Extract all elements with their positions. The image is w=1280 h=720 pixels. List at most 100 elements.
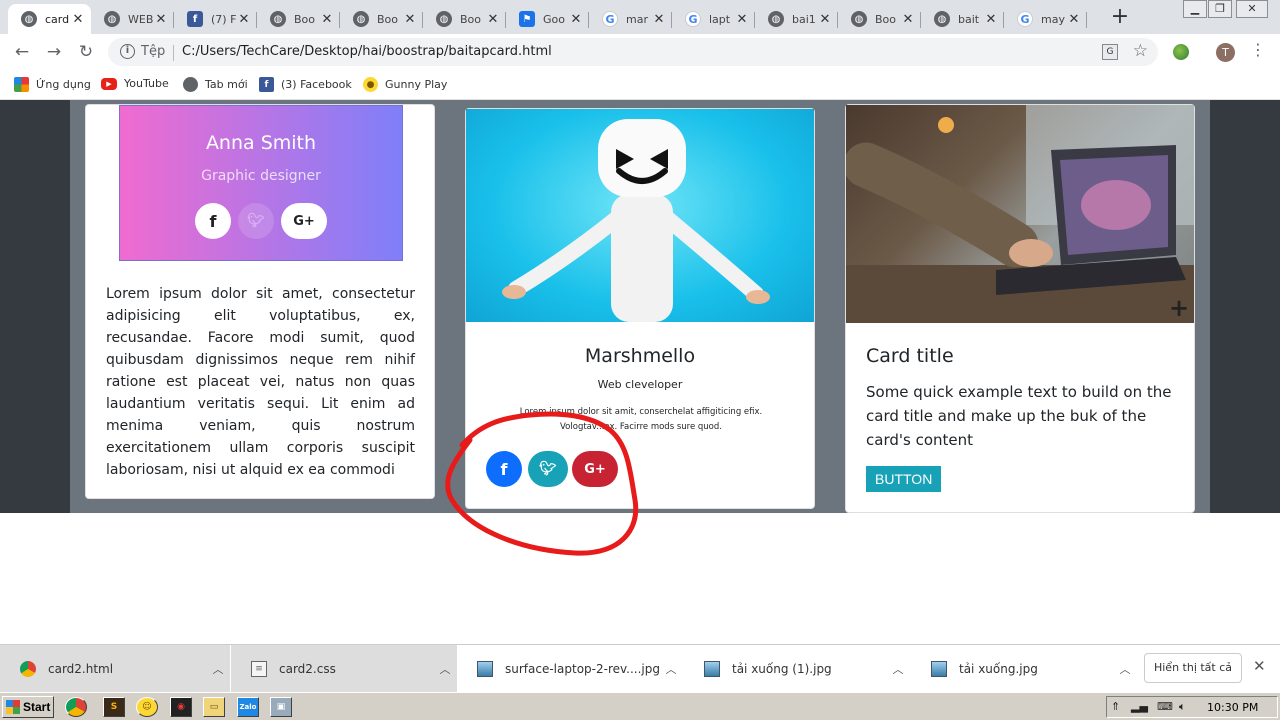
close-icon[interactable]: ✕ bbox=[320, 12, 334, 27]
tab-label: Boo bbox=[294, 12, 316, 26]
globe-icon: ◍ bbox=[934, 11, 950, 27]
show-all-downloads-button[interactable]: Hiển thị tất cả bbox=[1144, 653, 1242, 683]
close-icon[interactable]: ✕ bbox=[901, 12, 915, 27]
facebook-icon[interactable]: f bbox=[486, 451, 522, 487]
divider bbox=[173, 45, 174, 61]
translate-icon[interactable]: G bbox=[1102, 44, 1118, 60]
download-item[interactable]: ≡ card2.css ︿ bbox=[231, 645, 457, 693]
chevron-up-icon[interactable]: ︿ bbox=[433, 661, 457, 677]
tab-bootstrap-2[interactable]: ◍ Boo ✕ bbox=[340, 4, 423, 34]
info-icon[interactable]: i bbox=[120, 44, 135, 59]
close-icon[interactable]: ✕ bbox=[1253, 657, 1266, 675]
bookmark-gunny-play[interactable]: ● Gunny Play bbox=[363, 77, 447, 92]
tab-google-search-may[interactable]: G may ✕ bbox=[1004, 4, 1087, 34]
minimize-button[interactable]: ▁ bbox=[1183, 0, 1207, 18]
extension-icon[interactable] bbox=[1173, 44, 1189, 60]
bookmark-youtube[interactable]: ▶ YouTube bbox=[101, 77, 169, 90]
twitter-icon[interactable]: 🐦︎ bbox=[238, 203, 274, 239]
close-icon[interactable]: ✕ bbox=[154, 12, 168, 27]
tab-google-1[interactable]: ⚑ Goo ✕ bbox=[506, 4, 589, 34]
close-icon[interactable]: ✕ bbox=[403, 12, 417, 27]
tab-bootstrap-4[interactable]: ◍ Boo ✕ bbox=[838, 4, 921, 34]
tab-bootstrap-3[interactable]: ◍ Boo ✕ bbox=[423, 4, 506, 34]
plus-icon[interactable]: + bbox=[1168, 296, 1190, 320]
clock: 10:30 PM bbox=[1207, 701, 1259, 714]
card-title: Card title bbox=[866, 345, 954, 367]
reload-icon[interactable]: ↻ bbox=[74, 40, 98, 64]
close-icon[interactable]: ✕ bbox=[984, 12, 998, 27]
card-subtitle: Web cleveloper bbox=[597, 378, 683, 391]
tab-google-search-laptop[interactable]: G lapt ✕ bbox=[672, 4, 755, 34]
volume-icon[interactable]: 🔈︎ bbox=[1179, 700, 1186, 714]
tab-bait[interactable]: ◍ bait ✕ bbox=[921, 4, 1004, 34]
download-item[interactable]: tải xuống.jpg ︿ bbox=[911, 645, 1137, 693]
card-title: Marshmello bbox=[584, 345, 696, 367]
bookmark-facebook[interactable]: f (3) Facebook bbox=[259, 77, 352, 92]
google-plus-icon[interactable]: G+ bbox=[281, 203, 327, 239]
window-icon[interactable]: ▣ bbox=[270, 697, 292, 717]
facebook-icon[interactable]: f bbox=[195, 203, 231, 239]
chevron-up-icon[interactable]: ︿ bbox=[659, 661, 683, 677]
card-button[interactable]: BUTTON bbox=[866, 466, 942, 492]
google-plus-icon[interactable]: G+ bbox=[572, 451, 618, 487]
tab-google-search-mar[interactable]: G mar ✕ bbox=[589, 4, 672, 34]
close-icon[interactable]: ✕ bbox=[71, 12, 85, 27]
close-icon[interactable]: ✕ bbox=[486, 12, 500, 27]
download-item[interactable]: surface-laptop-2-rev....jpg ︿ bbox=[457, 645, 683, 693]
download-item[interactable]: card2.html ︿ bbox=[0, 645, 230, 693]
new-tab-button[interactable]: + bbox=[1108, 6, 1132, 30]
close-icon[interactable]: ✕ bbox=[1067, 12, 1081, 27]
bookmark-star-icon[interactable]: ☆ bbox=[1133, 41, 1148, 61]
chevron-up-icon[interactable]: ︿ bbox=[206, 661, 230, 677]
url-text[interactable]: C:/Users/TechCare/Desktop/hai/boostrap/b… bbox=[182, 44, 552, 59]
bookmark-apps[interactable]: Ứng dụng bbox=[14, 77, 91, 92]
twitter-icon[interactable]: 🐦︎ bbox=[528, 451, 568, 487]
signal-icon[interactable]: ▂▄ bbox=[1131, 700, 1148, 713]
close-icon[interactable]: ✕ bbox=[569, 12, 583, 27]
close-icon[interactable]: ✕ bbox=[818, 12, 832, 27]
tab-label: bai1 bbox=[792, 12, 816, 26]
close-window-button[interactable]: ✕ bbox=[1236, 0, 1268, 18]
image-file-icon bbox=[931, 661, 947, 677]
bookmark-new-tab[interactable]: Tab mới bbox=[183, 77, 248, 92]
windows-logo-icon bbox=[6, 700, 20, 714]
tab-strip: ◍ card ✕ ◍ WEB ✕ f (7) F ✕ ◍ Boo ✕ ◍ Boo… bbox=[0, 0, 1280, 34]
tab-card[interactable]: ◍ card ✕ bbox=[8, 4, 91, 34]
sublime-icon[interactable]: S bbox=[103, 697, 125, 717]
download-item[interactable]: tải xuống (1).jpg ︿ bbox=[684, 645, 910, 693]
folder-icon[interactable]: ▭ bbox=[203, 697, 225, 717]
forward-arrow-icon[interactable]: → bbox=[42, 40, 66, 64]
close-icon[interactable]: ✕ bbox=[735, 12, 749, 27]
bookmark-label: Ứng dụng bbox=[36, 78, 91, 91]
network-icon[interactable]: ⌨ bbox=[1157, 700, 1173, 713]
chevron-up-icon[interactable]: ⇑ bbox=[1111, 700, 1120, 713]
card-body-text: Lorem ipsum dolor sit amet, consectetur … bbox=[106, 286, 415, 478]
tab-bootstrap-1[interactable]: ◍ Boo ✕ bbox=[257, 4, 340, 34]
game-icon[interactable]: ◉ bbox=[170, 697, 192, 717]
close-icon[interactable]: ✕ bbox=[237, 12, 251, 27]
chevron-up-icon[interactable]: ︿ bbox=[1113, 661, 1137, 677]
google-icon: G bbox=[1017, 11, 1033, 27]
address-bar[interactable]: i Tệp C:/Users/TechCare/Desktop/hai/boos… bbox=[108, 38, 1158, 66]
menu-kebab-icon[interactable]: ⋮ bbox=[1250, 40, 1266, 59]
tab-label: Boo bbox=[875, 12, 897, 26]
back-arrow-icon[interactable]: ← bbox=[10, 40, 34, 64]
restore-button[interactable]: ❐ bbox=[1208, 0, 1232, 18]
gunny-play-icon: ● bbox=[363, 77, 378, 92]
profile-avatar[interactable]: T bbox=[1216, 43, 1235, 62]
tab-label: may bbox=[1041, 12, 1065, 26]
chrome-icon[interactable] bbox=[65, 697, 87, 717]
download-filename: card2.css bbox=[279, 662, 336, 676]
chevron-up-icon[interactable]: ︿ bbox=[886, 661, 910, 677]
bookmarks-bar: Ứng dụng ▶ YouTube Tab mới f (3) Faceboo… bbox=[0, 70, 1280, 100]
bookmark-label: (3) Facebook bbox=[281, 78, 352, 91]
browser-toolbar: ← → ↻ i Tệp C:/Users/TechCare/Desktop/ha… bbox=[0, 34, 1280, 70]
close-icon[interactable]: ✕ bbox=[652, 12, 666, 27]
google-icon: G bbox=[685, 11, 701, 27]
zalo-icon[interactable]: Zalo bbox=[237, 697, 259, 717]
gunny-icon[interactable]: ☺ bbox=[136, 697, 158, 717]
tab-web[interactable]: ◍ WEB ✕ bbox=[91, 4, 174, 34]
start-button[interactable]: Start bbox=[2, 696, 54, 718]
tab-bai1[interactable]: ◍ bai1 ✕ bbox=[755, 4, 838, 34]
tab-facebook[interactable]: f (7) F ✕ bbox=[174, 4, 257, 34]
